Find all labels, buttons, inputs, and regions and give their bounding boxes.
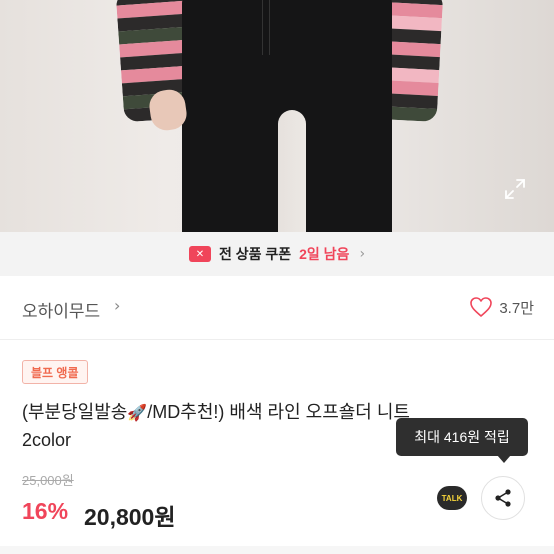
chevron-right-icon: › (359, 246, 366, 262)
chevron-right-icon: › (114, 296, 121, 315)
like-count: 3.7만 (499, 299, 534, 317)
expand-icon[interactable] (504, 178, 526, 200)
points-tooltip: 최대 416원 적립 (396, 418, 528, 456)
coupon-remaining: 2일 남음 (299, 246, 350, 262)
sale-price: 20,800원 (84, 504, 176, 530)
product-title-line2: 2color (22, 430, 72, 450)
heart-icon (470, 297, 493, 317)
section-divider (0, 546, 554, 554)
jeans-fly (262, 0, 270, 55)
original-price: 25,000원 (22, 473, 74, 488)
title-part-a: (부분당일발송 (22, 402, 128, 422)
discount-rate: 16% (22, 498, 69, 524)
coupon-icon: ✕ (188, 246, 211, 262)
share-button[interactable] (481, 476, 525, 520)
coupon-label: 전 상품 쿠폰 (218, 246, 292, 262)
leg-gap (278, 110, 306, 232)
promo-badge: 블프 앵콜 (22, 360, 88, 384)
tooltip-arrow (497, 455, 511, 463)
rocket-icon: 🚀 (127, 405, 148, 422)
product-image[interactable] (0, 0, 554, 232)
product-title-line1: (부분당일발송🚀/MD추천!) 배색 라인 오프숄더 니트 (22, 398, 410, 424)
talk-icon: TALK (437, 486, 467, 510)
coupon-banner[interactable]: ✕ 전 상품 쿠폰 2일 남음 › (0, 232, 554, 276)
like-button[interactable]: 3.7만 (469, 296, 534, 318)
title-part-b: /MD추천!) 배색 라인 오프숄더 니트 (147, 402, 410, 422)
shop-row: 오하이무드 › 3.7만 (0, 276, 554, 340)
share-icon (495, 489, 511, 507)
shop-name-link[interactable]: 오하이무드 (22, 297, 100, 322)
kakao-talk-button[interactable]: TALK (432, 478, 472, 518)
